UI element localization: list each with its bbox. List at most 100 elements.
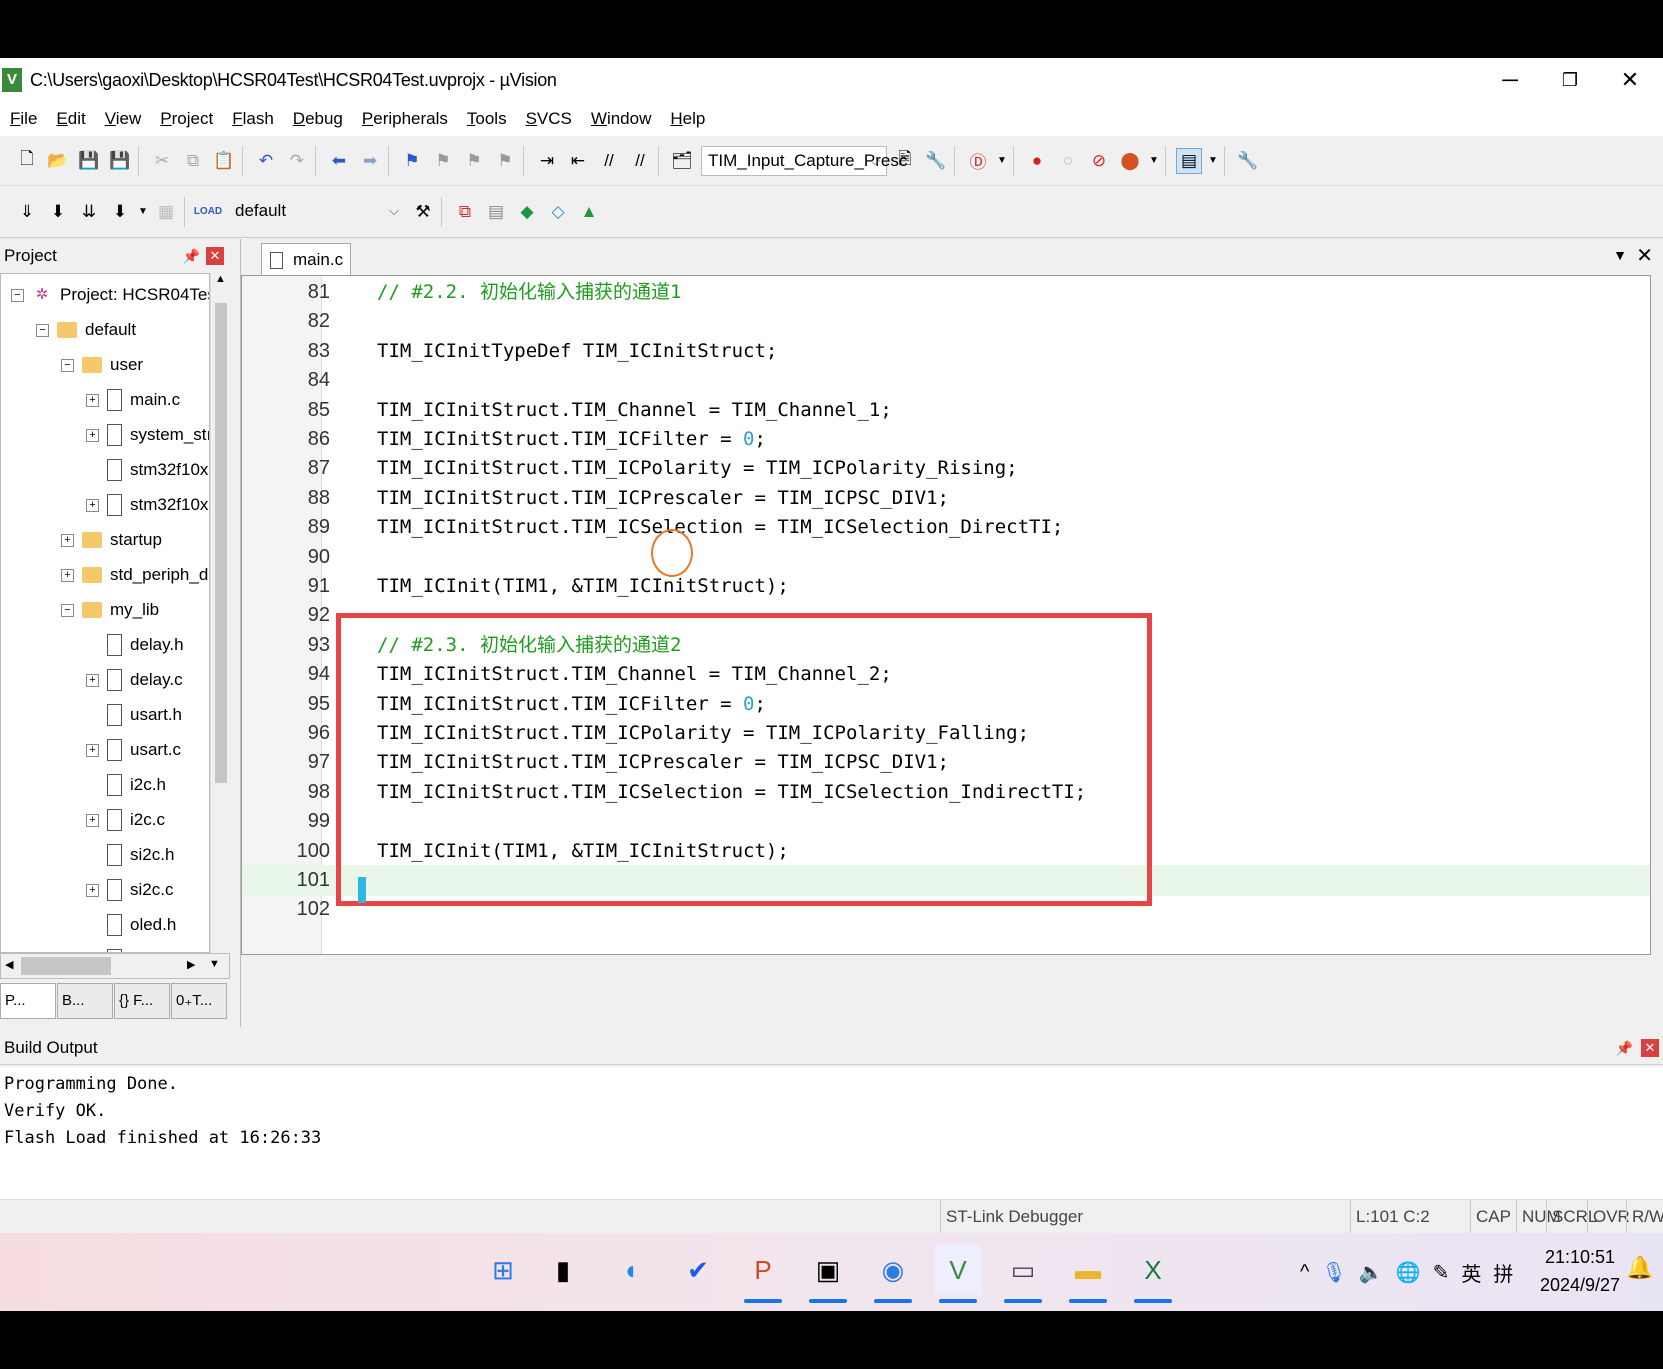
expand-icon[interactable]: + [86, 393, 99, 407]
undo-icon[interactable]: ↶ [253, 148, 279, 174]
tree-item[interactable]: − my_lib [61, 593, 159, 627]
tree-item[interactable]: + system_stı [86, 418, 209, 452]
find-combo[interactable]: TIM_Input_Capture_Presc ⌵ [701, 145, 907, 176]
load-flash-icon[interactable]: LOAD [194, 199, 222, 225]
code-line[interactable]: 90 [242, 542, 1650, 573]
camera-app-icon[interactable]: ▣ [805, 1245, 851, 1303]
select-packs-icon[interactable]: ◇ [545, 199, 571, 225]
debug-session-icon[interactable]: Ⓓ [965, 148, 991, 174]
tree-item[interactable]: − default [36, 313, 136, 347]
redo-icon[interactable]: ↷ [284, 148, 310, 174]
code-line[interactable]: 81 // #2.2. 初始化输入捕获的通道1 [242, 277, 1650, 308]
menu-edit[interactable]: Edit [56, 109, 85, 129]
rebuild-icon[interactable]: ⇊ [76, 199, 102, 225]
chevron-down-icon[interactable]: ▼ [1207, 148, 1219, 174]
configure-icon[interactable]: 🔧 [1235, 148, 1261, 174]
collapse-icon[interactable]: − [61, 358, 74, 372]
manage-run-time-env-icon[interactable]: ◆ [514, 199, 540, 225]
tree-item[interactable]: + usart.c [86, 733, 181, 767]
tree-item[interactable]: + i2c.c [86, 803, 165, 837]
menu-peripherals[interactable]: Peripherals [362, 109, 448, 129]
tree-item[interactable]: +oled.c [86, 943, 175, 952]
bookmark-icon[interactable]: ⚑ [399, 148, 425, 174]
tree-item[interactable]: + delay.c [86, 663, 183, 697]
cut-icon[interactable]: ✂ [149, 148, 175, 174]
code-editor[interactable]: 81 // #2.2. 初始化输入捕获的通道1 82 83 TIM_ICInitType… [241, 275, 1651, 955]
tree-item[interactable]: + main.c [86, 383, 180, 417]
build-icon[interactable]: ⬇ [45, 199, 71, 225]
insert-breakpoint-icon[interactable]: ● [1024, 148, 1050, 174]
tree-item[interactable]: − ✲ Project: HCSR04Test [11, 278, 209, 312]
code-line[interactable]: 82 [242, 306, 1650, 337]
tree-item[interactable]: stm32f10x [86, 453, 208, 487]
menu-debug[interactable]: Debug [293, 109, 343, 129]
save-icon[interactable]: 💾 [76, 148, 102, 174]
start-icon[interactable]: ⊞ [480, 1245, 526, 1295]
comment-icon[interactable]: // [596, 148, 622, 174]
powerpoint-icon[interactable]: P [740, 1245, 786, 1303]
tree-item[interactable]: + std_periph_dri [61, 558, 209, 592]
tree-item[interactable]: oled.h [86, 908, 176, 942]
notification-bell-icon[interactable]: 🔔 [1626, 1255, 1653, 1281]
pen-icon[interactable]: ✎ [1433, 1260, 1450, 1285]
find-in-files-icon[interactable]: 🗂 [669, 148, 695, 174]
tree-item[interactable]: i2c.h [86, 768, 166, 802]
scroll-thumb[interactable] [215, 303, 227, 783]
expand-icon[interactable]: + [86, 428, 99, 442]
translate-icon[interactable]: ⇓ [14, 199, 40, 225]
serial-tool-icon[interactable]: ▭ [1000, 1245, 1046, 1303]
bookmark-clear-icon[interactable]: ⚑ [492, 148, 518, 174]
chevron-down-icon[interactable]: ▼ [138, 199, 148, 225]
collapse-icon[interactable]: − [61, 603, 74, 617]
save-all-icon[interactable]: 💾 [107, 148, 133, 174]
tab-books[interactable]: B... [57, 983, 113, 1019]
code-line[interactable]: 86 TIM_ICInitStruct.TIM_ICFilter = 0; [242, 424, 1650, 455]
expand-icon[interactable]: + [86, 743, 99, 757]
project-tree-hscrollbar[interactable]: ◀ ▶ ▼ [0, 953, 230, 979]
tree-item[interactable]: + si2c.c [86, 873, 173, 907]
recorder-icon[interactable]: ◉ [870, 1245, 916, 1303]
todo-icon[interactable]: ✔ [675, 1245, 721, 1295]
tab-list-dropdown-icon[interactable]: ▼ [1613, 247, 1627, 263]
navigate-forward-icon[interactable]: ➡ [357, 148, 383, 174]
paste-icon[interactable]: 📋 [211, 148, 237, 174]
chevron-down-icon[interactable]: ⌵ [866, 150, 884, 172]
target-select[interactable]: default ⌵ [229, 197, 405, 227]
restore-button[interactable]: ❐ [1540, 58, 1600, 102]
menu-tools[interactable]: Tools [467, 109, 507, 129]
open-folder-icon[interactable]: 📂 [45, 148, 71, 174]
bookmark-prev-icon[interactable]: ⚑ [430, 148, 456, 174]
project-tree-vscrollbar[interactable]: ▲ [210, 273, 230, 953]
menu-file[interactable]: File [10, 109, 37, 129]
expand-icon[interactable]: + [86, 498, 99, 512]
tree-item[interactable]: − user [61, 348, 143, 382]
tab-templates[interactable]: 0₊T... [171, 983, 227, 1019]
code-line[interactable]: 87 TIM_ICInitStruct.TIM_ICPolarity = TIM_… [242, 453, 1650, 484]
folder-icon[interactable]: ▬ [1065, 1245, 1111, 1303]
network-icon[interactable]: 🌐 [1396, 1260, 1421, 1285]
pack-installer-icon[interactable]: ▲ [576, 199, 602, 225]
disable-all-breakpoints-icon[interactable]: ⊘ [1086, 148, 1112, 174]
close-tab-icon[interactable]: ✕ [1636, 243, 1653, 268]
show-hidden-icons-icon[interactable]: ^ [1300, 1261, 1309, 1284]
code-line[interactable]: 91 TIM_ICInit(TIM1, &TIM_ICInitStruct); [242, 571, 1650, 602]
tab-project[interactable]: P... [0, 983, 56, 1019]
tree-item[interactable]: si2c.h [86, 838, 174, 872]
system-clock[interactable]: 21:10:51 2024/9/27 [1530, 1243, 1630, 1299]
minimize-button[interactable]: ─ [1480, 58, 1540, 102]
tab-main-c[interactable]: main.c [261, 243, 351, 277]
expand-icon[interactable]: + [86, 673, 99, 687]
scroll-right-icon[interactable]: ▶ [187, 958, 195, 971]
close-icon[interactable]: ✕ [206, 247, 224, 265]
edge-icon[interactable]: ◐ [610, 1245, 656, 1295]
tree-item[interactable]: + startup [61, 523, 162, 557]
scroll-down-icon[interactable]: ▼ [209, 958, 220, 970]
expand-icon[interactable]: + [61, 533, 74, 547]
close-icon[interactable]: ✕ [1641, 1039, 1659, 1057]
indent-icon[interactable]: ⇥ [534, 148, 560, 174]
chevron-down-icon[interactable]: ⌵ [385, 200, 403, 222]
input-method[interactable]: 拼 [1493, 1258, 1513, 1287]
expand-icon[interactable]: + [61, 568, 74, 582]
scroll-thumb[interactable] [21, 957, 111, 975]
bookmark-next-icon[interactable]: ⚑ [461, 148, 487, 174]
